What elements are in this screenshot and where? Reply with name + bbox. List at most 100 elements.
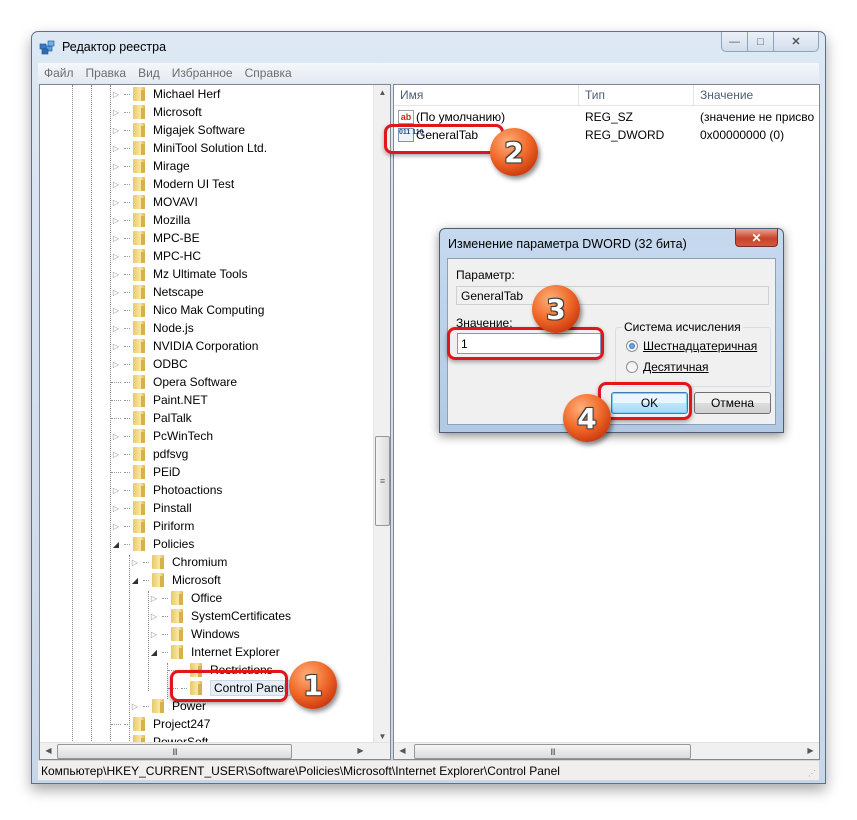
collapsed-arrow-icon[interactable]: ▷ <box>111 179 121 189</box>
collapsed-arrow-icon[interactable]: ▷ <box>111 305 121 315</box>
tree-horizontal-scrollbar[interactable]: ◀ III ▶ <box>40 742 390 759</box>
tree-item[interactable]: ▷ Mz Ultimate Tools <box>111 265 247 283</box>
column-header-value[interactable]: Значение <box>694 85 819 105</box>
expanded-arrow-icon[interactable]: ◢ <box>149 647 159 657</box>
tree-item[interactable]: ▷ MOVAVI <box>111 193 198 211</box>
scroll-left-arrow-icon[interactable]: ◀ <box>394 746 411 755</box>
collapsed-arrow-icon[interactable]: ▷ <box>111 107 121 117</box>
collapsed-arrow-icon[interactable]: ▷ <box>111 269 121 279</box>
tree-item[interactable]: ▷ Mirage <box>111 157 190 175</box>
collapsed-arrow-icon[interactable]: ▷ <box>111 287 121 297</box>
tree-item[interactable]: ◢ Policies <box>111 535 194 553</box>
collapsed-arrow-icon[interactable]: ▷ <box>111 125 121 135</box>
tree-item[interactable]: ▷ Nico Mak Computing <box>111 301 264 319</box>
registry-tree-pane[interactable]: ▷ Michael Herf ▷ Microsoft ▷ Migajek Software… <box>39 84 391 760</box>
collapsed-arrow-icon[interactable]: ▷ <box>111 89 121 99</box>
tree-item[interactable]: Paint.NET <box>111 391 208 409</box>
column-header-type[interactable]: Тип <box>579 85 694 105</box>
menu-help[interactable]: Справка <box>239 66 298 80</box>
collapsed-arrow-icon[interactable]: ▷ <box>149 629 159 639</box>
tree-item[interactable]: ▷ Node.js <box>111 319 194 337</box>
menu-favorites[interactable]: Избранное <box>166 66 239 80</box>
tree-item[interactable]: ▷ MPC-BE <box>111 229 200 247</box>
collapsed-arrow-icon[interactable]: ▷ <box>130 557 140 567</box>
collapsed-arrow-icon[interactable]: ▷ <box>111 485 121 495</box>
tree-item[interactable]: ▷ Piriform <box>111 517 194 535</box>
tree-item[interactable]: Opera Software <box>111 373 237 391</box>
scroll-right-arrow-icon[interactable]: ▶ <box>802 746 819 755</box>
tree-item[interactable]: ▷ SystemCertificates <box>149 607 291 625</box>
tree-item[interactable]: ◢ Microsoft <box>130 571 221 589</box>
tree-item[interactable]: ▷ MiniTool Solution Ltd. <box>111 139 267 157</box>
collapsed-arrow-icon[interactable]: ▷ <box>149 611 159 621</box>
expanded-arrow-icon[interactable]: ◢ <box>111 539 121 549</box>
collapsed-arrow-icon[interactable]: ▷ <box>111 449 121 459</box>
tree-item[interactable]: ▷ Modern UI Test <box>111 175 234 193</box>
tree-item[interactable]: PEiD <box>111 463 180 481</box>
collapsed-arrow-icon[interactable]: ▷ <box>111 251 121 261</box>
minimize-button[interactable]: — <box>722 32 748 51</box>
expanded-arrow-icon[interactable]: ◢ <box>130 575 140 585</box>
registry-editor-app-icon <box>39 40 55 55</box>
maximize-button[interactable]: □ <box>748 32 774 51</box>
list-horizontal-scroll-thumb[interactable]: III <box>414 744 691 759</box>
tree-item-label: Piriform <box>153 519 195 533</box>
scroll-down-arrow-icon[interactable]: ▼ <box>374 732 390 741</box>
tree-vertical-scrollbar[interactable]: ▲ ≡ ▼ <box>373 85 390 744</box>
tree-connector <box>124 309 130 311</box>
folder-icon <box>131 141 147 155</box>
tree-item[interactable]: ▷ Pinstall <box>111 499 192 517</box>
column-header-name[interactable]: Имя <box>394 85 579 105</box>
dialog-close-button[interactable]: ✕ <box>735 229 778 247</box>
tree-item[interactable]: ▷ ODBC <box>111 355 188 373</box>
scroll-up-arrow-icon[interactable]: ▲ <box>374 88 390 97</box>
tree-item[interactable]: ▷ Photoactions <box>111 481 222 499</box>
tree-item[interactable]: ▷ Mozilla <box>111 211 190 229</box>
tree-item[interactable]: ▷ MPC-HC <box>111 247 201 265</box>
collapsed-arrow-icon[interactable]: ▷ <box>111 197 121 207</box>
collapsed-arrow-icon[interactable]: ▷ <box>111 503 121 513</box>
tree-item[interactable]: PalTalk <box>111 409 192 427</box>
tree-item[interactable]: ▷ pdfsvg <box>111 445 188 463</box>
collapsed-arrow-icon[interactable]: ▷ <box>149 593 159 603</box>
tree-horizontal-scroll-thumb[interactable]: III <box>57 744 292 759</box>
collapsed-arrow-icon[interactable]: ▷ <box>111 143 121 153</box>
collapsed-arrow-icon[interactable]: ▷ <box>111 521 121 531</box>
tree-item[interactable]: ▷ Chromium <box>130 553 227 571</box>
collapsed-arrow-icon[interactable]: ▷ <box>111 215 121 225</box>
scroll-left-arrow-icon[interactable]: ◀ <box>40 746 57 755</box>
cancel-button[interactable]: Отмена <box>694 392 771 414</box>
menu-view[interactable]: Вид <box>132 66 166 80</box>
collapsed-arrow-icon[interactable]: ▷ <box>130 701 140 711</box>
radio-decimal[interactable]: Десятичная <box>626 360 709 374</box>
radio-unchecked-icon[interactable] <box>626 361 638 373</box>
collapsed-arrow-icon[interactable]: ▷ <box>111 233 121 243</box>
tree-item[interactable]: ▷ Microsoft <box>111 103 202 121</box>
tree-item[interactable]: Project247 <box>111 715 210 733</box>
collapsed-arrow-icon[interactable]: ▷ <box>111 341 121 351</box>
menu-edit[interactable]: Правка <box>80 66 133 80</box>
menu-file[interactable]: Файл <box>38 66 80 80</box>
tree-vertical-scroll-thumb[interactable]: ≡ <box>375 436 390 526</box>
scroll-right-arrow-icon[interactable]: ▶ <box>352 746 369 755</box>
tree-item[interactable]: ▷ NVIDIA Corporation <box>111 337 258 355</box>
collapsed-arrow-icon[interactable]: ▷ <box>111 161 121 171</box>
tree-item[interactable]: ◢ Internet Explorer <box>149 643 280 661</box>
collapsed-arrow-icon[interactable]: ▷ <box>111 323 121 333</box>
tree-item[interactable]: ▷ Netscape <box>111 283 204 301</box>
radio-label: Десятичная <box>643 360 709 374</box>
tree-item[interactable]: ▷ Migajek Software <box>111 121 245 139</box>
tree-item[interactable]: ▷ Office <box>149 589 222 607</box>
collapsed-arrow-icon[interactable]: ▷ <box>111 359 121 369</box>
tree-item[interactable]: ▷ Windows <box>149 625 240 643</box>
tree-item[interactable]: ▷ Michael Herf <box>111 85 220 103</box>
list-horizontal-scrollbar[interactable]: ◀ III ▶ <box>394 742 819 759</box>
tree-item[interactable]: ▷ PcWinTech <box>111 427 213 445</box>
close-button[interactable]: ✕ <box>774 32 818 51</box>
tree-item-label: Office <box>191 591 223 605</box>
collapsed-arrow-icon[interactable]: ▷ <box>111 431 121 441</box>
radio-checked-icon[interactable] <box>626 340 638 352</box>
highlight-generaltab <box>384 124 504 154</box>
resize-grip-icon[interactable]: ⋰ <box>808 769 816 778</box>
radio-hexadecimal[interactable]: Шестнадцатеричная <box>626 339 757 353</box>
